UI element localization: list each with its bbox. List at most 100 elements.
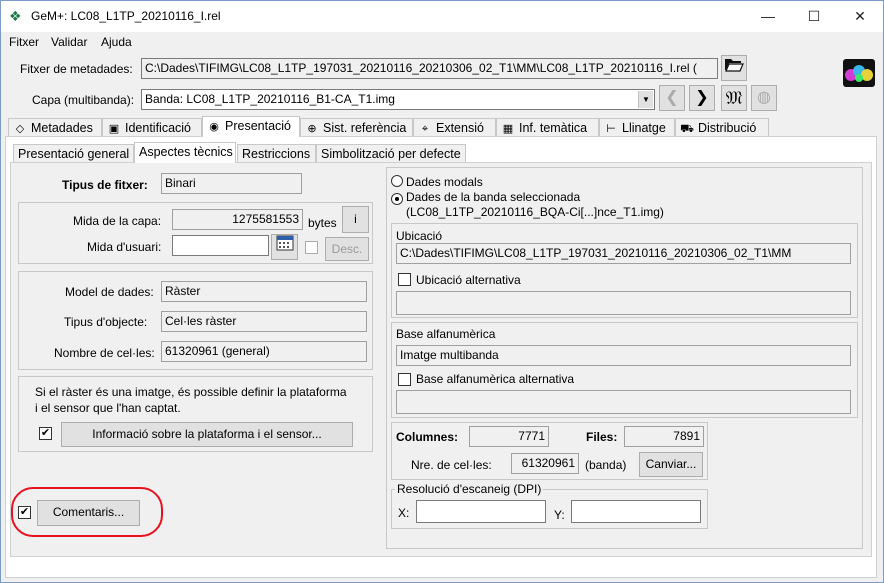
- rows-value: 7891: [624, 426, 704, 447]
- tab-label: Presentació general: [18, 147, 130, 161]
- radio-modal-label: Dades modals: [406, 175, 483, 189]
- cell-count-value: 61320961 (general): [161, 341, 367, 362]
- tab-label: Extensió: [436, 121, 484, 135]
- radio-modal-data[interactable]: [391, 175, 403, 187]
- menu-ajuda[interactable]: Ajuda: [101, 35, 132, 49]
- file-type-value: Binari: [161, 173, 302, 194]
- layer-size-label: Mida de la capa:: [73, 214, 162, 228]
- window-title: GeM+: LC08_L1TP_20210116_I.rel: [31, 9, 221, 23]
- tab-label: Inf. temàtica: [519, 121, 588, 135]
- dpi-y-label: Y:: [554, 508, 565, 522]
- app-logo-icon: [843, 59, 875, 87]
- folder-open-icon: [725, 59, 744, 72]
- alt-location-label: Ubicació alternativa: [416, 273, 521, 287]
- application-window: ❖ GeM+: LC08_L1TP_20210116_I.rel — ☐ ✕ F…: [0, 0, 884, 583]
- tab-label: Metadades: [31, 121, 93, 135]
- change-button[interactable]: Canviar...: [639, 452, 703, 477]
- tab-label: Simbolització per defecte: [321, 147, 461, 161]
- tab-presentacio[interactable]: ◉ Presentació: [202, 116, 300, 137]
- cells-unit: (banda): [585, 458, 627, 472]
- layer-label: Capa (multibanda):: [32, 93, 135, 107]
- tab-metadades[interactable]: ◇ Metadades: [8, 118, 102, 137]
- tab-label: Aspectes tècnics: [139, 145, 233, 159]
- dpi-x-label: X:: [398, 506, 410, 520]
- radio-band-data[interactable]: [391, 193, 403, 205]
- tab-presentacio-general[interactable]: Presentació general: [13, 144, 134, 163]
- miramon-icon: 𝔐: [725, 88, 743, 108]
- tab-extensio[interactable]: ⌖ Extensió: [413, 118, 496, 137]
- data-model-value: Ràster: [161, 281, 367, 302]
- arrow-right-icon: ❯: [695, 89, 709, 106]
- radio-band-filename: (LC08_L1TP_20210116_BQA-Ci[...]nce_T1.im…: [406, 205, 664, 219]
- calculator-icon: [276, 235, 293, 251]
- eye-icon: ◉: [209, 121, 219, 133]
- platform-checkbox[interactable]: ✔: [39, 427, 52, 440]
- tab-restriccions[interactable]: Restriccions: [237, 144, 316, 163]
- layer-select-value: Banda: LC08_L1TP_20210116_B1-CA_T1.img: [145, 92, 395, 106]
- platform-text-line1: Si el ràster és una imatge, és possible …: [35, 385, 347, 399]
- tab-label: Identificació: [125, 121, 192, 135]
- layer-select[interactable]: Banda: LC08_L1TP_20210116_B1-CA_T1.img ▼: [141, 89, 655, 110]
- alt-alphanum-checkbox[interactable]: [398, 373, 411, 386]
- metadata-file-label: Fitxer de metadades:: [20, 62, 133, 76]
- previous-layer-button[interactable]: ❮: [659, 85, 685, 111]
- desc-checkbox[interactable]: [305, 241, 318, 254]
- data-model-label: Model de dades:: [65, 285, 154, 299]
- tab-label: Presentació: [225, 119, 292, 133]
- miramon-button[interactable]: 𝔐: [721, 85, 747, 111]
- alt-location-input[interactable]: [396, 291, 851, 315]
- tab-identificacio[interactable]: ▣ Identificació: [102, 118, 202, 137]
- tab-sist-referencia[interactable]: ⊕ Sist. referència: [300, 118, 413, 137]
- location-value: C:\Dades\TIFIMG\LC08_L1TP_197031_2021011…: [396, 243, 851, 264]
- alt-location-checkbox[interactable]: [398, 273, 411, 286]
- tab-label: Sist. referència: [323, 121, 407, 135]
- tab-aspectes-tecnics[interactable]: Aspectes tècnics: [134, 142, 236, 163]
- desc-button[interactable]: Desc.: [325, 237, 369, 261]
- app-gem-icon: ❖: [9, 8, 22, 24]
- metadata-file-field[interactable]: C:\Dades\TIFIMG\LC08_L1TP_197031_2021011…: [141, 58, 718, 79]
- rows-label: Files:: [586, 430, 618, 444]
- menu-validar[interactable]: Validar: [51, 35, 87, 49]
- layer-size-value: 1275581553: [172, 209, 303, 230]
- next-layer-button[interactable]: ❯: [689, 85, 715, 111]
- info-button[interactable]: i: [342, 206, 369, 233]
- alphanum-title: Base alfanumèrica: [396, 327, 496, 341]
- alt-alphanum-label: Base alfanumèrica alternativa: [416, 372, 575, 386]
- tab-llinatge[interactable]: ⊢ Llinatge: [599, 118, 675, 137]
- user-size-label: Mida d'usuari:: [87, 240, 162, 254]
- alphanum-value: Imatge multibanda: [396, 345, 851, 366]
- calculator-button[interactable]: [271, 234, 298, 260]
- tab-distribucio[interactable]: ⛟ Distribució: [675, 118, 769, 137]
- open-folder-button[interactable]: [721, 55, 747, 81]
- platform-text-line2: i el sensor que l'han captat.: [35, 401, 181, 415]
- object-type-value: Cel·les ràster: [161, 311, 367, 332]
- arrow-left-icon: ❮: [665, 89, 679, 106]
- radio-band-label: Dades de la banda seleccionada: [406, 190, 581, 204]
- tab-simbolitzacio[interactable]: Simbolització per defecte: [316, 144, 466, 163]
- globe-icon: ◍: [757, 89, 771, 106]
- dpi-title: Resolució d'escaneig (DPI): [395, 482, 544, 496]
- cells-label: Nre. de cel·les:: [411, 458, 492, 472]
- columns-label: Columnes:: [396, 430, 459, 444]
- user-size-input[interactable]: [172, 235, 269, 256]
- dpi-x-input[interactable]: [416, 500, 546, 523]
- minimize-button[interactable]: —: [745, 1, 791, 32]
- tab-label: Distribució: [698, 121, 757, 135]
- menu-bar: Fitxer Validar Ajuda: [1, 32, 883, 52]
- tab-label: Restriccions: [242, 147, 311, 161]
- close-button[interactable]: ✕: [837, 1, 883, 32]
- tab-label: Llinatge: [622, 121, 666, 135]
- platform-sensor-button[interactable]: Informació sobre la plataforma i el sens…: [61, 422, 353, 447]
- layer-size-unit: bytes: [308, 216, 337, 230]
- highlight-annotation: [11, 487, 163, 537]
- menu-fitxer[interactable]: Fitxer: [9, 35, 39, 49]
- tab-inf-tematica[interactable]: ▦ Inf. temàtica: [496, 118, 599, 137]
- object-type-label: Tipus d'objecte:: [64, 315, 148, 329]
- alt-alphanum-input[interactable]: [396, 390, 851, 414]
- dpi-y-input[interactable]: [571, 500, 701, 523]
- file-type-label: Tipus de fitxer:: [62, 178, 148, 192]
- maximize-button[interactable]: ☐: [791, 1, 837, 32]
- web-button[interactable]: ◍: [751, 85, 777, 111]
- cells-value: 61320961: [511, 453, 579, 474]
- title-bar: ❖ GeM+: LC08_L1TP_20210116_I.rel — ☐ ✕: [1, 1, 883, 32]
